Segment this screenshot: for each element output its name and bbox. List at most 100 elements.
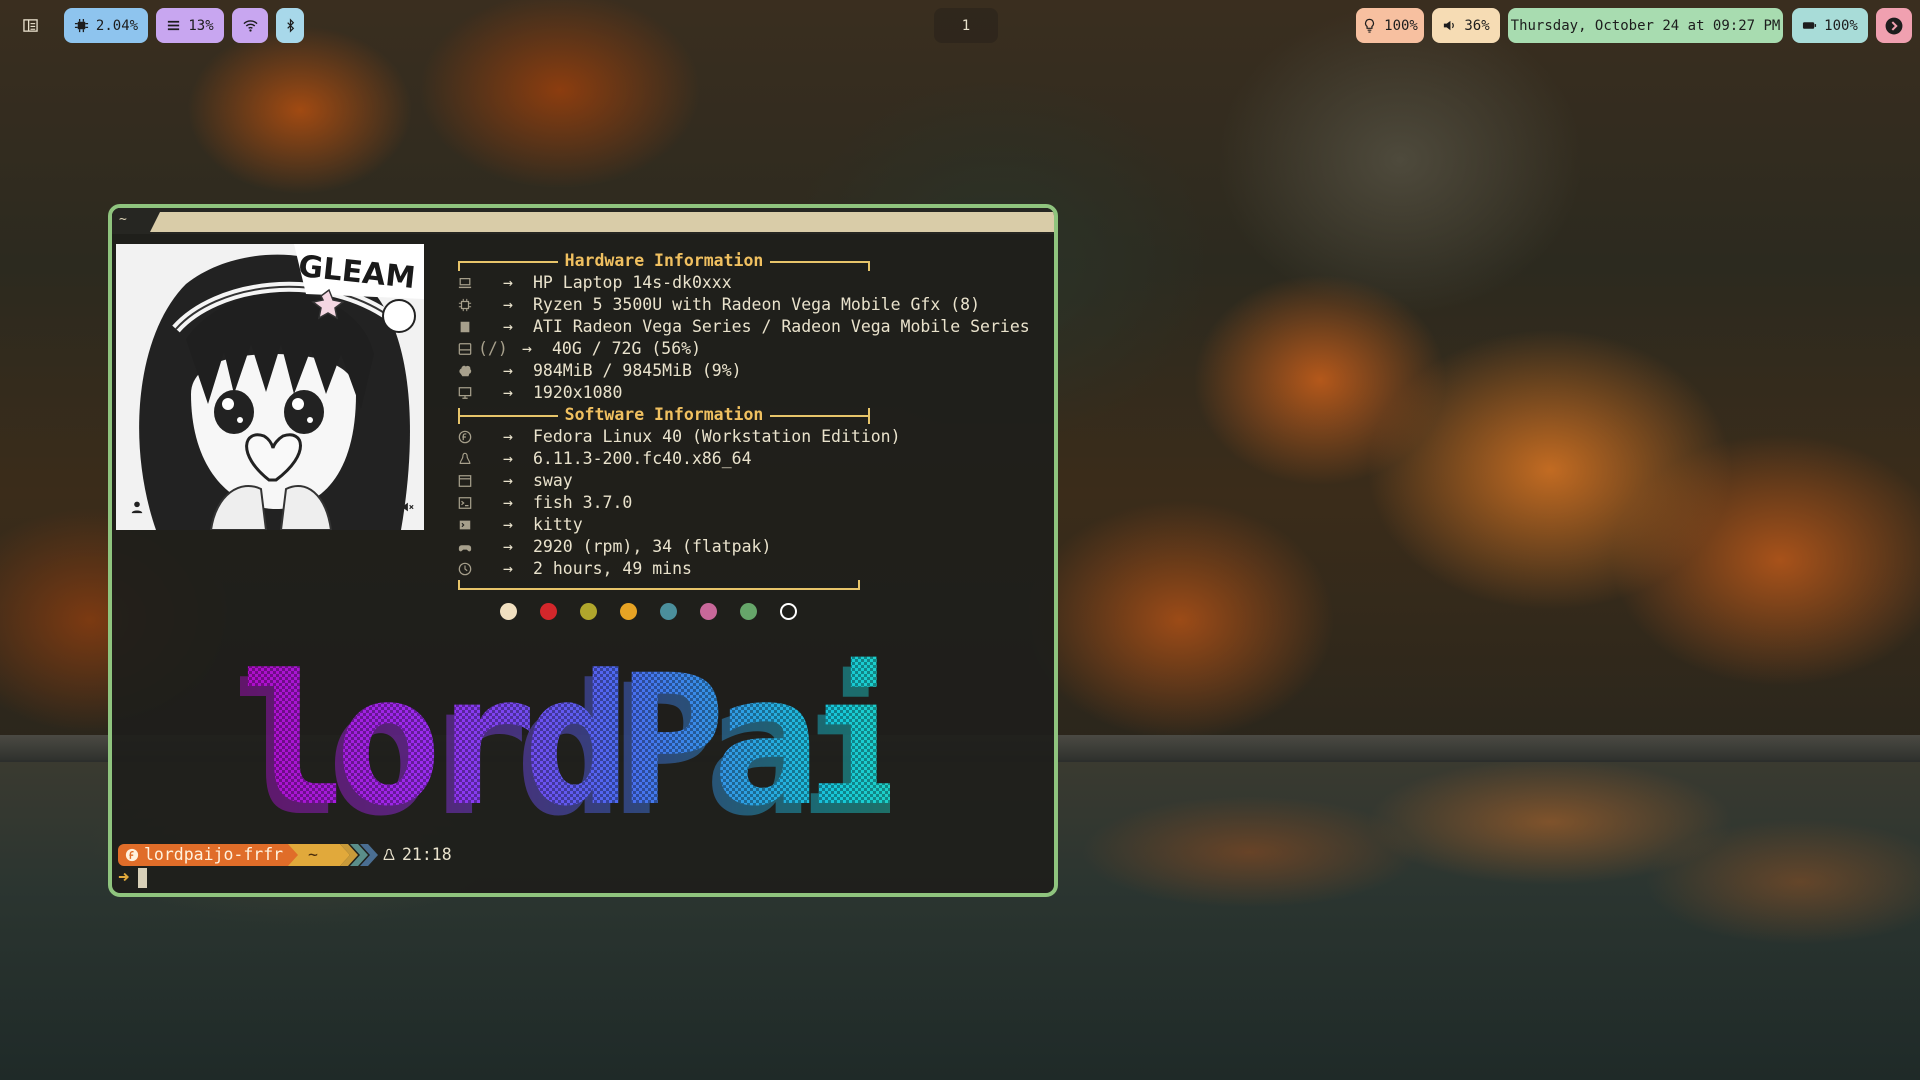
row-arrow: → — [503, 273, 513, 292]
row-arrow: → — [503, 559, 513, 578]
palette-dot — [740, 603, 757, 620]
prompt-user-segment: lordpaijo-frfr — [118, 844, 300, 866]
speaker-icon — [1444, 20, 1455, 31]
row-arrow: → — [503, 493, 513, 512]
volume-widget[interactable]: 36% — [1432, 8, 1500, 43]
info-bottom-tick-right — [858, 580, 860, 590]
header-rule-left — [458, 415, 558, 417]
hardware-section-title: Hardware Information — [564, 251, 764, 270]
bluetooth-icon — [286, 18, 294, 33]
info-bottom-rule — [458, 588, 860, 590]
bluetooth-widget[interactable] — [276, 8, 304, 43]
row-arrow: → — [503, 515, 513, 534]
cpu-chip-icon — [74, 18, 88, 33]
clock-icon — [458, 562, 472, 576]
kernel-value: 6.11.3-200.fc40.x86_64 — [533, 449, 752, 468]
palette-dot — [700, 603, 717, 620]
date-time-text: Thursday, October 24 at 09:27 PM — [1510, 17, 1781, 34]
header-rule-left — [458, 261, 558, 263]
palette-dot — [500, 603, 517, 620]
palette-dot — [620, 603, 637, 620]
uptime-value: 2 hours, 49 mins — [533, 559, 692, 578]
fedora-icon — [458, 430, 472, 444]
brain-icon — [459, 365, 472, 377]
row-arrow: → — [522, 339, 532, 358]
monitor-icon — [458, 387, 472, 399]
wifi-icon — [242, 20, 258, 32]
brightness-widget[interactable]: 100% — [1356, 8, 1424, 43]
header-tick-left — [458, 261, 460, 271]
shell-icon — [458, 497, 472, 509]
memory-bars-icon — [168, 20, 180, 31]
cpu-value: Ryzen 5 3500U with Radeon Vega Mobile Gf… — [533, 295, 981, 314]
row-arrow: → — [503, 295, 513, 314]
prompt-username: lordpaijo-frfr — [144, 845, 284, 864]
workspace-indicator[interactable]: 1 — [934, 8, 998, 43]
host-value: HP Laptop 14s-dk0xxx — [533, 273, 732, 292]
user-icon — [131, 501, 143, 514]
launcher-button[interactable] — [8, 8, 52, 43]
battery-widget[interactable]: 100% — [1792, 8, 1868, 43]
header-rule-right — [770, 261, 870, 263]
battery-icon — [1803, 22, 1817, 29]
gpu-icon — [460, 321, 470, 333]
row-arrow: → — [503, 361, 513, 380]
header-tick-right — [868, 408, 870, 424]
lightbulb-icon — [1365, 18, 1375, 33]
header-rule-right — [770, 415, 870, 417]
row-arrow: → — [503, 383, 513, 402]
info-bottom-tick-left — [458, 580, 460, 590]
wifi-widget[interactable] — [232, 8, 268, 43]
header-tick-right — [868, 261, 870, 271]
chevron-right-icon — [1885, 17, 1903, 34]
palette-dot — [660, 603, 677, 620]
cpu-widget[interactable]: 2.04% — [64, 8, 148, 43]
terminal-tab-title: ~ — [119, 212, 127, 227]
packages-value: 2920 (rpm), 34 (flatpak) — [533, 537, 772, 556]
memory-widget[interactable]: 13% — [156, 8, 224, 43]
row-arrow: → — [503, 317, 513, 336]
status-bar: 2.04% 13% 1 100% 36% Thursday, October 2… — [0, 0, 1920, 50]
linux-tux-icon — [383, 848, 395, 860]
row-arrow: → — [503, 471, 513, 490]
prompt-time: 21:18 — [402, 845, 452, 864]
hardware-section-header: Hardware Information — [458, 250, 870, 272]
logo-dither: lordPaijo — [240, 638, 890, 828]
palette-dot — [780, 603, 797, 620]
disk-value: 40G / 72G (56%) — [552, 339, 702, 358]
terminal-window[interactable]: ~ GLEAM Hardware Information → HP Laptop… — [108, 204, 1058, 897]
row-arrow: → — [503, 427, 513, 446]
brightness-value: 100% — [1384, 17, 1418, 34]
terminal-tab-bar: ~ — [112, 208, 1054, 234]
cpu-usage-value: 2.04% — [95, 17, 139, 34]
fedora-icon — [125, 848, 139, 862]
gpu-value: ATI Radeon Vega Series / Radeon Vega Mob… — [533, 317, 1030, 336]
battery-value: 100% — [1824, 17, 1858, 34]
row-arrow: → — [503, 449, 513, 468]
terminal-tab-strip — [150, 212, 1054, 232]
prompt-arrow-icon — [118, 872, 129, 882]
disk-icon — [458, 343, 472, 355]
power-menu-button[interactable] — [1876, 8, 1912, 43]
memory-usage-value: 13% — [188, 17, 214, 34]
prompt-directory: ~ — [308, 845, 318, 864]
workspace-number: 1 — [961, 17, 971, 34]
cpu-icon — [458, 298, 472, 312]
memory-value: 984MiB / 9845MiB (9%) — [533, 361, 742, 380]
sidebar-grid-icon — [22, 19, 38, 32]
laptop-icon — [458, 278, 472, 289]
clock-widget[interactable]: Thursday, October 24 at 09:27 PM — [1508, 8, 1783, 43]
window-icon — [458, 475, 472, 487]
linux-tux-icon — [459, 452, 471, 464]
mute-icon — [401, 502, 414, 512]
shell-value: fish 3.7.0 — [533, 493, 633, 512]
volume-value: 36% — [1464, 17, 1490, 34]
display-value: 1920x1080 — [533, 383, 623, 402]
terminal-value: kitty — [533, 515, 583, 534]
row-arrow: → — [503, 537, 513, 556]
os-value: Fedora Linux 40 (Workstation Edition) — [533, 427, 901, 446]
package-icon — [458, 545, 472, 552]
terminal-tab[interactable]: ~ — [112, 208, 150, 234]
ascii-logo: lordPaijo lordPaijo lordPaijo — [240, 638, 890, 828]
software-section-title: Software Information — [564, 405, 764, 424]
